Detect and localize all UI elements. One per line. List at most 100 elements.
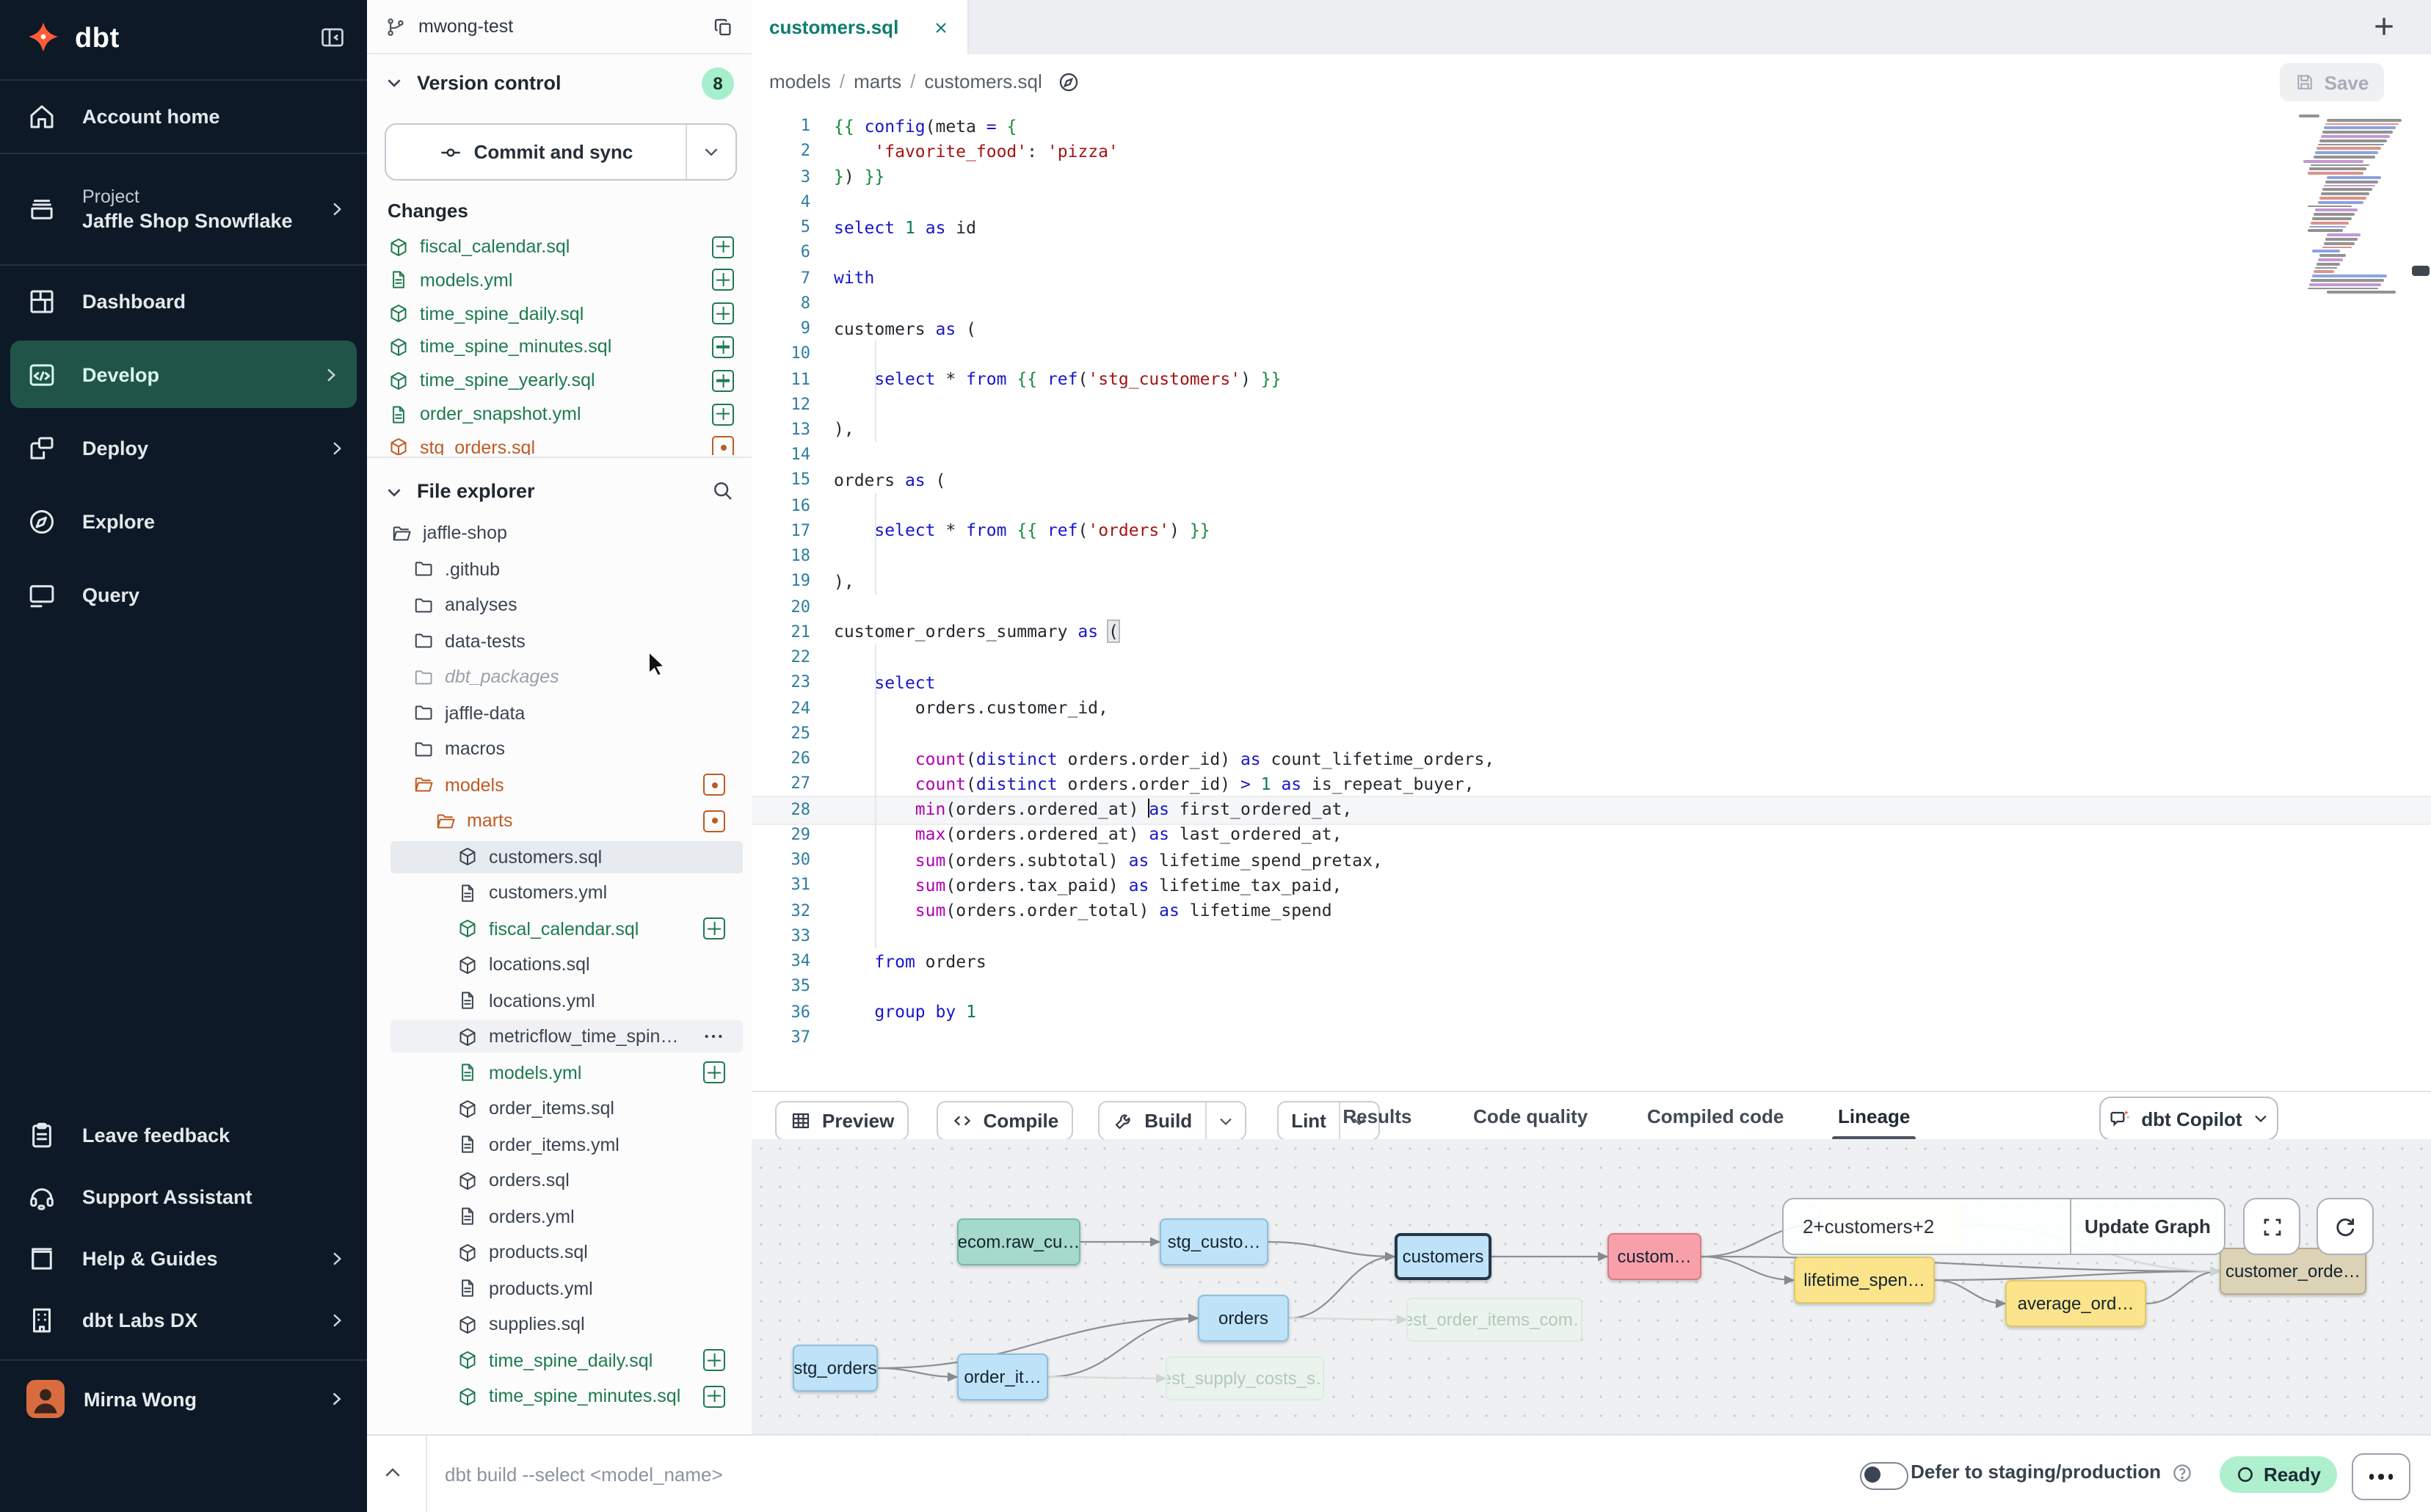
breadcrumb-segment[interactable]: customers.sql bbox=[924, 70, 1042, 92]
tree-file-locations-yml[interactable]: locations.yml bbox=[390, 984, 743, 1017]
lineage-canvas[interactable]: ecom.raw_cu…stg_custo…customerscustom…co… bbox=[752, 1139, 2431, 1434]
lineage-node-ecom[interactable]: ecom.raw_cu… bbox=[957, 1218, 1080, 1265]
tree-folder-models[interactable]: models bbox=[390, 768, 743, 801]
tree-file-order-items-yml[interactable]: order_items.yml bbox=[390, 1128, 743, 1160]
lineage-node-lifetime[interactable]: lifetime_spen… bbox=[1794, 1257, 1935, 1304]
help-icon[interactable] bbox=[2171, 1462, 2193, 1484]
code-editor[interactable]: 1{{ config(meta = {2 'favorite_food': 'p… bbox=[752, 109, 2431, 1091]
close-icon[interactable] bbox=[932, 18, 950, 36]
change-item[interactable]: time_spine_minutes.sql bbox=[388, 332, 752, 362]
change-item[interactable]: time_spine_yearly.sql bbox=[388, 366, 752, 395]
fullscreen-button[interactable] bbox=[2243, 1198, 2300, 1255]
tree-file-time-spine-daily-sql[interactable]: time_spine_daily.sql bbox=[390, 1344, 743, 1376]
panel-tab-lineage[interactable]: Lineage bbox=[1830, 1092, 1919, 1141]
chevron-down-icon[interactable] bbox=[385, 73, 404, 92]
modified-badge[interactable] bbox=[712, 437, 734, 455]
lineage-node-customers[interactable]: customers bbox=[1395, 1233, 1491, 1280]
stage-add-badge[interactable] bbox=[712, 236, 734, 258]
tree-file-fiscal-calendar-sql[interactable]: fiscal_calendar.sql bbox=[390, 912, 743, 945]
build-options-chevron[interactable] bbox=[1205, 1102, 1245, 1139]
chevron-up-icon[interactable] bbox=[382, 1462, 404, 1484]
tree-file-order-items-sql[interactable]: order_items.sql bbox=[390, 1092, 743, 1124]
tree-folder-marts[interactable]: marts bbox=[390, 804, 743, 837]
commit-options-chevron[interactable] bbox=[686, 125, 735, 179]
stage-add-badge[interactable] bbox=[703, 1385, 725, 1407]
tab-customers-sql[interactable]: customers.sql bbox=[752, 0, 969, 54]
tree-folder-dbt-packages[interactable]: dbt_packages bbox=[390, 661, 743, 693]
new-tab-button[interactable] bbox=[2369, 12, 2399, 41]
tree-folder-data-tests[interactable]: data-tests bbox=[390, 625, 743, 657]
lineage-node-order_items[interactable]: order_it… bbox=[957, 1353, 1048, 1400]
version-control-header[interactable]: Version control bbox=[417, 72, 562, 94]
panel-tab-code-quality[interactable]: Code quality bbox=[1460, 1092, 1602, 1141]
dbt-command-input[interactable]: dbt build --select <model_name> bbox=[426, 1436, 1766, 1512]
lineage-node-test_supply[interactable]: test_supply_costs_s… bbox=[1166, 1356, 1324, 1400]
tree-file-orders-sql[interactable]: orders.sql bbox=[390, 1164, 743, 1196]
update-graph-button[interactable]: Update Graph bbox=[2070, 1199, 2224, 1254]
panel-tab-results[interactable]: Results bbox=[1333, 1092, 1422, 1141]
sidebar-item-query[interactable]: Query bbox=[0, 558, 367, 631]
branch-name[interactable]: mwong-test bbox=[418, 16, 513, 37]
stage-add-badge[interactable] bbox=[703, 917, 725, 939]
chevron-down-icon[interactable] bbox=[385, 483, 404, 502]
breadcrumb-segment[interactable]: marts bbox=[854, 70, 901, 92]
tree-file-customers-sql[interactable]: customers.sql bbox=[390, 840, 743, 873]
defer-toggle[interactable] bbox=[1860, 1462, 1908, 1490]
tree-file-metricflow-time-spine-sql[interactable]: metricflow_time_spine.sql bbox=[390, 1020, 743, 1053]
tree-file-time-spine-minutes-sql[interactable]: time_spine_minutes.sql bbox=[390, 1380, 743, 1412]
sidebar-item-dbt-labs-dx[interactable]: dbt Labs DX bbox=[0, 1289, 367, 1351]
change-item[interactable]: time_spine_daily.sql bbox=[388, 299, 752, 328]
search-icon[interactable] bbox=[711, 479, 734, 502]
breadcrumb-segment[interactable]: models bbox=[769, 70, 831, 92]
sidebar-item-account-home[interactable]: Account home bbox=[0, 79, 367, 153]
tree-folder-jaffle-data[interactable]: jaffle-data bbox=[390, 697, 743, 729]
status-badge[interactable]: Ready bbox=[2220, 1456, 2337, 1493]
compile-button[interactable]: Compile bbox=[937, 1101, 1074, 1141]
sidebar-item-develop[interactable]: Develop bbox=[10, 341, 357, 408]
tree-file-customers-yml[interactable]: customers.yml bbox=[390, 876, 743, 909]
stage-add-badge[interactable] bbox=[703, 1061, 725, 1083]
sidebar-item-project[interactable]: ProjectJaffle Shop Snowflake bbox=[0, 153, 367, 264]
change-item[interactable]: stg_orders.sql bbox=[388, 433, 752, 455]
stage-add-badge[interactable] bbox=[712, 403, 734, 425]
tree-folder-macros[interactable]: macros bbox=[390, 733, 743, 765]
tree-file-products-yml[interactable]: products.yml bbox=[390, 1272, 743, 1304]
tree-file-models-yml[interactable]: models.yml bbox=[390, 1056, 743, 1088]
tree-folder--github[interactable]: .github bbox=[390, 553, 743, 585]
stage-add-badge[interactable] bbox=[712, 302, 734, 324]
commit-and-sync-button[interactable]: Commit and sync bbox=[385, 123, 737, 181]
lineage-node-stg_customers[interactable]: stg_custo… bbox=[1160, 1218, 1268, 1265]
compass-icon[interactable] bbox=[1057, 70, 1080, 93]
sidebar-collapse-icon[interactable] bbox=[319, 23, 346, 51]
lineage-node-orders[interactable]: orders bbox=[1198, 1295, 1289, 1342]
lineage-node-custom[interactable]: custom… bbox=[1607, 1233, 1701, 1280]
save-button[interactable]: Save bbox=[2280, 63, 2384, 101]
panel-tab-compiled-code[interactable]: Compiled code bbox=[1640, 1092, 1792, 1141]
sidebar-item-help-guides[interactable]: Help & Guides bbox=[0, 1227, 367, 1289]
stage-add-badge[interactable] bbox=[703, 1349, 725, 1371]
dbt-copilot-button[interactable]: dbt Copilot bbox=[2099, 1097, 2278, 1141]
sidebar-item-support-assistant[interactable]: Support Assistant bbox=[0, 1166, 367, 1227]
modified-badge[interactable] bbox=[703, 810, 725, 832]
refresh-button[interactable] bbox=[2316, 1198, 2374, 1255]
tree-file-supplies-sql[interactable]: supplies.sql bbox=[390, 1308, 743, 1340]
stage-add-badge[interactable] bbox=[712, 369, 734, 391]
tree-folder-analyses[interactable]: analyses bbox=[390, 589, 743, 621]
build-button[interactable]: Build bbox=[1097, 1101, 1246, 1141]
sidebar-item-leave-feedback[interactable]: Leave feedback bbox=[0, 1104, 367, 1166]
lineage-search-input[interactable]: 2+customers+2 bbox=[1784, 1199, 2070, 1254]
user-menu[interactable]: Mirna Wong bbox=[0, 1359, 367, 1437]
row-menu-icon[interactable] bbox=[702, 1025, 725, 1048]
sidebar-item-deploy[interactable]: Deploy bbox=[0, 411, 367, 484]
editor-scrollbar[interactable] bbox=[2412, 266, 2430, 276]
change-item[interactable]: models.yml bbox=[388, 266, 752, 295]
change-item[interactable]: order_snapshot.yml bbox=[388, 399, 752, 429]
tree-file-orders-yml[interactable]: orders.yml bbox=[390, 1200, 743, 1232]
preview-button[interactable]: Preview bbox=[775, 1101, 909, 1141]
tree-folder-jaffle-shop[interactable]: jaffle-shop bbox=[390, 517, 743, 549]
copy-icon[interactable] bbox=[712, 15, 734, 37]
tree-file-products-sql[interactable]: products.sql bbox=[390, 1236, 743, 1268]
stage-add-badge[interactable] bbox=[712, 269, 734, 291]
file-explorer-header[interactable]: File explorer bbox=[417, 480, 535, 502]
lineage-node-stg_orders[interactable]: stg_orders bbox=[793, 1345, 878, 1392]
